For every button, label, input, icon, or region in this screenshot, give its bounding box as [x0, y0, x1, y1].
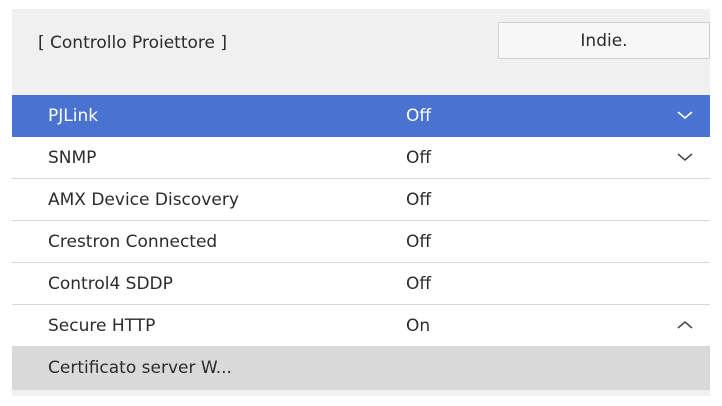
menu-item-snmp[interactable]: SNMP Off: [12, 137, 710, 179]
menu-item-secure-http[interactable]: Secure HTTP On: [12, 305, 710, 347]
menu-item-label: Secure HTTP: [48, 316, 156, 336]
settings-menu: PJLink Off SNMP Off AMX Device Discovery…: [12, 95, 710, 390]
chevron-up-icon[interactable]: [676, 318, 694, 332]
menu-item-value: Off: [406, 190, 432, 210]
menu-item-pjlink[interactable]: PJLink Off: [12, 95, 710, 137]
menu-item-label: Crestron Connected: [48, 232, 218, 252]
menu-item-web-server-certificate[interactable]: Certificato server W...: [12, 347, 710, 390]
settings-panel: [ Controllo Proiettore ] Indie. PJLink O…: [12, 9, 710, 396]
chevron-down-icon[interactable]: [676, 150, 694, 164]
menu-item-label: SNMP: [48, 148, 97, 168]
menu-item-label: AMX Device Discovery: [48, 190, 239, 210]
menu-item-value: On: [406, 316, 431, 336]
menu-item-value: Off: [406, 232, 432, 252]
menu-item-crestron-connected[interactable]: Crestron Connected Off: [12, 221, 710, 263]
menu-item-label: PJLink: [48, 106, 99, 126]
chevron-down-icon[interactable]: [676, 108, 694, 122]
menu-item-label: Certificato server W...: [48, 358, 232, 378]
menu-item-value: Off: [406, 106, 432, 126]
menu-item-value: Off: [406, 274, 432, 294]
menu-item-value: Off: [406, 148, 432, 168]
back-button[interactable]: Indie.: [498, 22, 710, 59]
menu-item-label: Control4 SDDP: [48, 274, 173, 294]
page-title: [ Controllo Proiettore ]: [38, 33, 228, 53]
menu-item-control4-sddp[interactable]: Control4 SDDP Off: [12, 263, 710, 305]
menu-item-amx-device-discovery[interactable]: AMX Device Discovery Off: [12, 179, 710, 221]
